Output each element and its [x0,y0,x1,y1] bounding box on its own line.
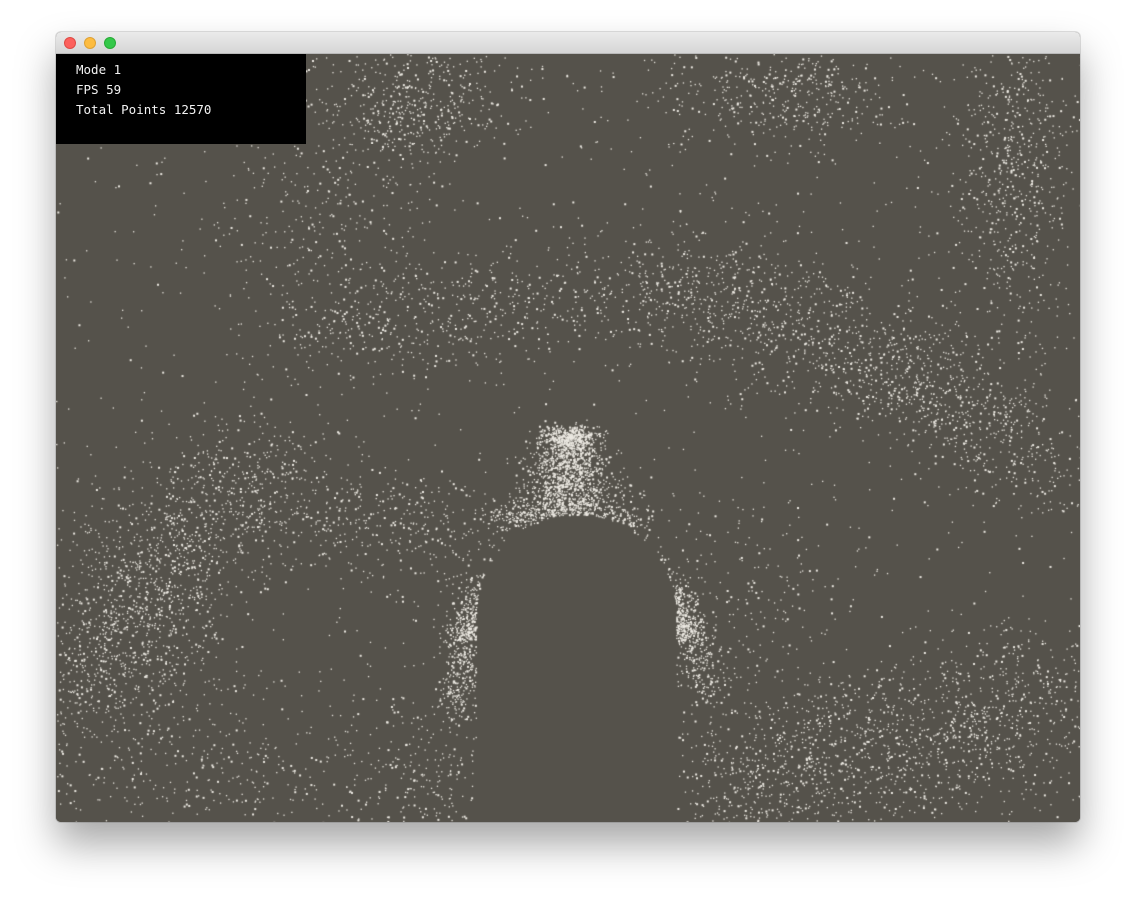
close-button[interactable] [64,37,76,49]
title-bar[interactable] [56,32,1080,54]
app-window: Mode 1 FPS 59 Total Points 12570 [56,32,1080,822]
particle-canvas-area[interactable]: Mode 1 FPS 59 Total Points 12570 [56,54,1080,822]
stats-overlay: Mode 1 FPS 59 Total Points 12570 [56,54,306,144]
zoom-button[interactable] [104,37,116,49]
minimize-button[interactable] [84,37,96,49]
total-points-label: Total Points 12570 [76,102,212,117]
mode-label: Mode 1 [76,62,122,77]
fps-label: FPS 59 [76,82,122,97]
particle-canvas[interactable] [56,54,1080,822]
